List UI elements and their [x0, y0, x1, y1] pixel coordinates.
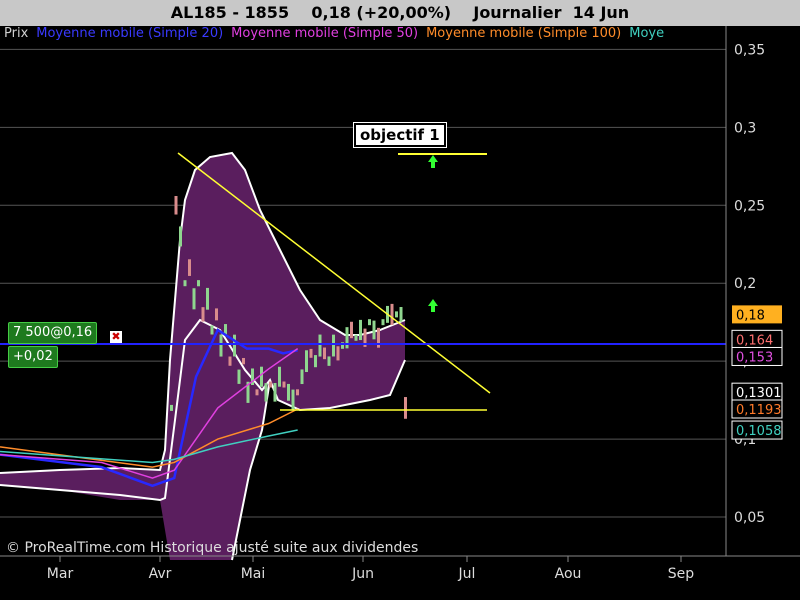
- candle: [345, 327, 349, 349]
- x-tick-label: Sep: [668, 566, 695, 582]
- change-badge: +0,02: [8, 346, 58, 368]
- candle: [183, 280, 187, 287]
- period: Journalier: [473, 3, 562, 22]
- candle: [368, 319, 371, 326]
- candle: [201, 307, 205, 322]
- y-tick-label: 0,3: [734, 120, 756, 136]
- x-tick-label: Jul: [458, 566, 476, 582]
- price-label: 0,164: [736, 333, 773, 348]
- candle: [273, 383, 277, 402]
- band-fill: [0, 153, 405, 560]
- candle: [174, 196, 178, 215]
- objective-label: objectif 1: [353, 122, 447, 148]
- grid-lines: [0, 48, 726, 518]
- price-label: 0,18: [736, 308, 765, 323]
- candle: [233, 334, 236, 357]
- candle: [336, 346, 340, 361]
- y-tick-label: 0,05: [734, 510, 765, 526]
- x-tick-label: Avr: [149, 566, 172, 582]
- candle: [282, 381, 286, 388]
- candle: [305, 350, 308, 373]
- candle: [309, 348, 313, 358]
- legend-item: Moyenne mobile (Simple 50): [231, 26, 419, 41]
- candle: [327, 356, 331, 366]
- candle: [228, 356, 232, 366]
- x-tick-label: Aou: [555, 566, 582, 582]
- legend-item: Moye: [629, 26, 665, 41]
- candle: [332, 334, 335, 357]
- candle: [300, 369, 304, 385]
- legend-item: Prix: [4, 26, 29, 41]
- bollinger-band: [0, 151, 406, 561]
- chart-title: AL185 - 1855 0,18 (+20,00%) Journalier 1…: [0, 0, 800, 26]
- y-tick-label: 0,25: [734, 198, 765, 214]
- candle: [278, 366, 281, 387]
- candle: [264, 383, 268, 402]
- candle: [179, 226, 182, 247]
- candle: [188, 259, 191, 276]
- price-label: 0,1193: [736, 403, 782, 418]
- x-axis: Mar Avr Mai Jun Jul Aou Sep: [47, 556, 695, 582]
- candle: [219, 334, 223, 357]
- candle: [287, 383, 290, 401]
- price-label: 0,1058: [736, 424, 782, 439]
- quote: 0,18 (+20,00%): [311, 3, 452, 22]
- x-tick-label: Jun: [351, 566, 374, 582]
- y-tick-label: 0,35: [734, 42, 765, 58]
- candle: [404, 397, 407, 419]
- candle: [318, 334, 322, 357]
- legend-item: Moyenne mobile (Simple 20): [36, 26, 224, 41]
- candle: [314, 355, 317, 368]
- candle: [381, 319, 385, 326]
- candle: [296, 389, 299, 396]
- price-chart[interactable]: 0,350,30,250,20,150,10,05 0,180,1640,153…: [0, 26, 800, 600]
- candle: [255, 389, 259, 396]
- candle: [170, 404, 173, 411]
- x-tick-label: Mar: [47, 566, 74, 582]
- price-label: 0,153: [736, 350, 773, 365]
- candle: [215, 308, 218, 321]
- candle: [237, 369, 241, 384]
- candle: [269, 381, 272, 388]
- candle: [372, 320, 376, 340]
- close-icon[interactable]: ✖: [110, 331, 122, 343]
- candle: [390, 303, 394, 325]
- candle: [192, 288, 196, 310]
- candle: [399, 307, 403, 322]
- candle: [323, 347, 326, 360]
- change-text: +0,02: [13, 349, 53, 364]
- order-text: 7 500@0,16: [13, 325, 93, 340]
- legend-item: Moyenne mobile (Simple 100): [426, 26, 622, 41]
- candle: [395, 311, 398, 318]
- candle: [242, 357, 245, 365]
- x-tick-label: Mai: [241, 566, 266, 582]
- order-badge[interactable]: 7 500@0,16: [8, 322, 98, 344]
- legend: Prix Moyenne mobile (Simple 20) Moyenne mo…: [4, 26, 726, 42]
- candle: [206, 287, 209, 310]
- candle: [359, 319, 362, 341]
- candle: [210, 325, 214, 335]
- arrow-icon: [428, 299, 438, 312]
- symbol: AL185 - 1855: [170, 3, 290, 22]
- price-label: 0,1301: [736, 386, 782, 401]
- candle: [197, 280, 200, 287]
- candle: [354, 334, 358, 341]
- candle: [291, 389, 295, 411]
- candle: [350, 321, 353, 339]
- y-tick-label: 0,2: [734, 276, 756, 292]
- arrow-icon: [428, 155, 438, 168]
- copyright: © ProRealTime.com Historique ajusté suit…: [6, 540, 419, 556]
- candle: [260, 366, 263, 387]
- date: 14 Jun: [572, 3, 630, 22]
